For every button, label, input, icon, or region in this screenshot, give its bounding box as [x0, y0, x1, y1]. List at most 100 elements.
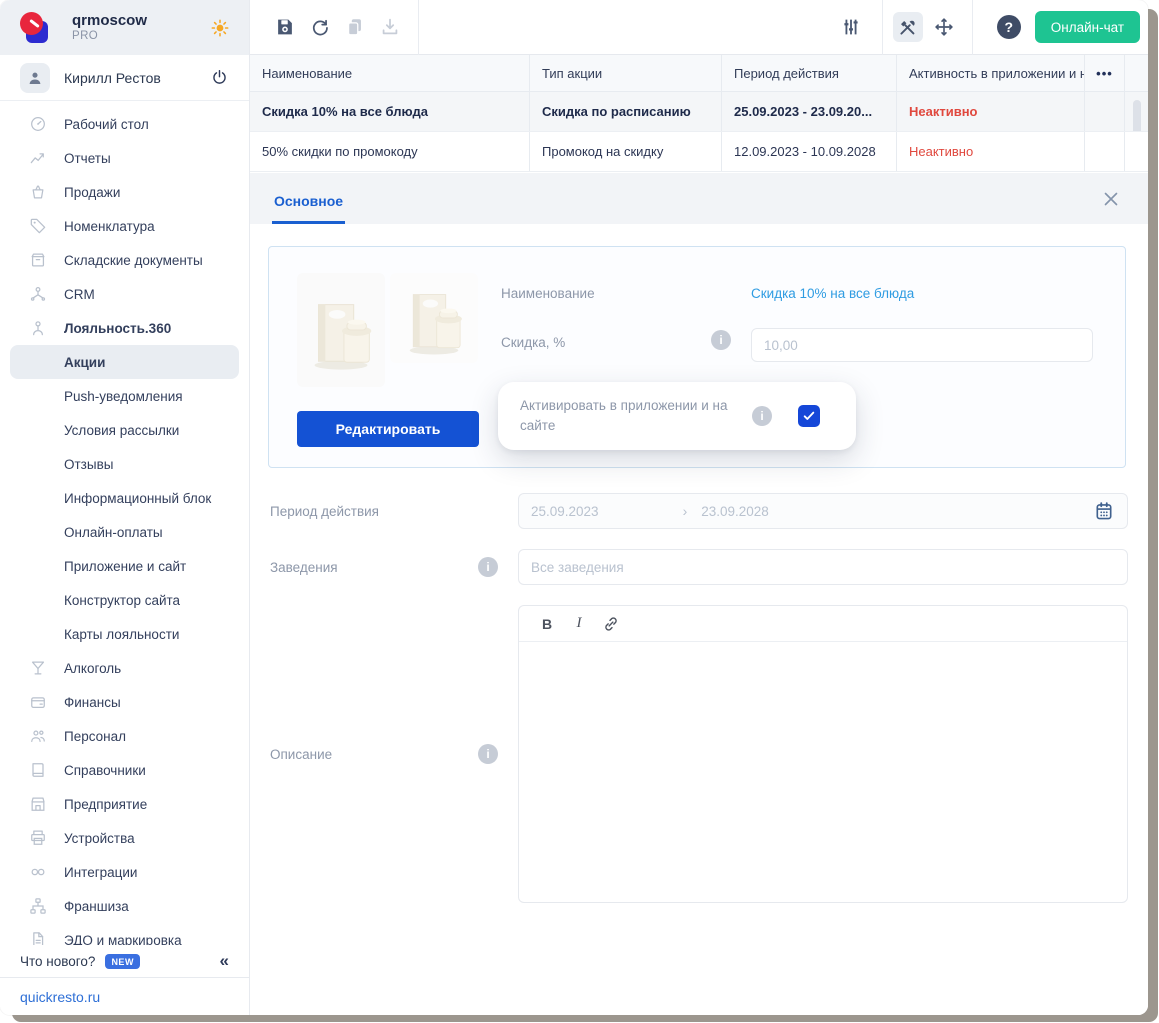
- promotions-table: Наименование Тип акции Период действия А…: [250, 55, 1148, 173]
- column-header-type[interactable]: Тип акции: [530, 55, 722, 91]
- sidebar-subitem-label: Акции: [64, 355, 105, 370]
- sidebar-subitem-site-builder[interactable]: Конструктор сайта: [10, 583, 239, 617]
- user-row: Кирилл Рестов: [0, 55, 249, 101]
- activate-label: Активировать в приложении и на сайте: [520, 396, 740, 435]
- tab-main[interactable]: Основное: [272, 193, 345, 224]
- bold-icon[interactable]: B: [533, 611, 561, 637]
- promo-image: [297, 273, 385, 387]
- calendar-icon[interactable]: [1093, 500, 1115, 522]
- sidebar-subitem-online-payments[interactable]: Онлайн-оплаты: [10, 515, 239, 549]
- description-label: Описание: [270, 747, 332, 762]
- editor-content[interactable]: [519, 642, 1127, 902]
- sidebar-item-label: Интеграции: [64, 865, 137, 880]
- sidebar-item-label: Складские документы: [64, 253, 203, 268]
- online-chat-button[interactable]: Онлайн-чат: [1035, 11, 1140, 43]
- sidebar-item-label: Рабочий стол: [64, 117, 149, 132]
- sidebar-item-directories[interactable]: Справочники: [0, 753, 249, 787]
- brand-name: qrmoscow: [72, 12, 209, 29]
- info-icon[interactable]: i: [478, 744, 498, 764]
- chevron-right-icon: ›: [683, 503, 688, 519]
- copy-icon[interactable]: [344, 16, 366, 38]
- sidebar-item-nomenclature[interactable]: Номенклатура: [0, 209, 249, 243]
- sidebar-subitem-label: Онлайн-оплаты: [64, 525, 163, 540]
- venues-label: Заведения: [270, 560, 338, 575]
- quickresto-logo: [20, 12, 50, 44]
- discount-input[interactable]: [751, 328, 1093, 362]
- activate-checkbox[interactable]: [798, 405, 820, 427]
- sidebar-item-label: Продажи: [64, 185, 120, 200]
- whats-new-row: Что нового? NEW «: [0, 945, 249, 977]
- filters-icon[interactable]: [840, 16, 862, 38]
- refresh-icon[interactable]: [309, 16, 331, 38]
- sidebar-subitem-reviews[interactable]: Отзывы: [10, 447, 239, 481]
- column-settings-ellipsis-icon[interactable]: •••: [1096, 66, 1113, 81]
- sidebar-item-label: ЭДО и маркировка: [64, 933, 182, 946]
- info-icon[interactable]: i: [752, 406, 772, 426]
- sidebar-subitem-label: Конструктор сайта: [64, 593, 180, 608]
- period-input[interactable]: 25.09.2023 › 23.09.2028: [518, 493, 1128, 529]
- sidebar-item-franchise[interactable]: Франшиза: [0, 889, 249, 923]
- column-header-activity[interactable]: Активность в приложении и н...: [897, 55, 1085, 91]
- sidebar-subitem-mailing-terms[interactable]: Условия рассылки: [10, 413, 239, 447]
- help-icon[interactable]: ?: [997, 15, 1021, 39]
- sidebar-item-edo[interactable]: ЭДО и маркировка: [0, 923, 249, 945]
- table-row[interactable]: Скидка 10% на все блюда Скидка по распис…: [250, 92, 1148, 132]
- column-header-period[interactable]: Период действия: [722, 55, 897, 91]
- sidebar-subitem-promotions[interactable]: Акции: [10, 345, 239, 379]
- sidebar-subitem-info-block[interactable]: Информационный блок: [10, 481, 239, 515]
- promo-image: [390, 273, 478, 363]
- description-editor: B I: [518, 605, 1128, 903]
- sidebar-subitem-label: Информационный блок: [64, 491, 211, 506]
- sidebar-item-dashboard[interactable]: Рабочий стол: [0, 107, 249, 141]
- sidebar-item-alcohol[interactable]: Алкоголь: [0, 651, 249, 685]
- tools-icon: [897, 17, 918, 38]
- save-icon[interactable]: [274, 16, 296, 38]
- whats-new-link[interactable]: Что нового?: [20, 954, 95, 969]
- sidebar-item-sales[interactable]: Продажи: [0, 175, 249, 209]
- sidebar-subitem-label: Карты лояльности: [64, 627, 179, 642]
- sidebar-item-loyalty360[interactable]: Лояльность.360: [0, 311, 249, 345]
- table-row[interactable]: 50% скидки по промокоду Промокод на скид…: [250, 132, 1148, 172]
- quickresto-link[interactable]: quickresto.ru: [20, 989, 100, 1005]
- sidebar-item-crm[interactable]: CRM: [0, 277, 249, 311]
- new-badge: NEW: [105, 954, 140, 969]
- close-icon[interactable]: [1100, 188, 1122, 210]
- detail-tabbar: Основное: [250, 173, 1148, 224]
- promo-name-link[interactable]: Скидка 10% на все блюда: [751, 286, 914, 301]
- detail-panel: Редактировать Наименование Скидка 10% на…: [250, 224, 1148, 1015]
- activate-popover: Активировать в приложении и на сайте i: [498, 382, 856, 450]
- sidebar-item-enterprise[interactable]: Предприятие: [0, 787, 249, 821]
- link-icon[interactable]: [597, 611, 625, 637]
- info-icon[interactable]: i: [711, 330, 731, 350]
- sidebar-subitem-app-and-site[interactable]: Приложение и сайт: [10, 549, 239, 583]
- download-icon[interactable]: [379, 16, 401, 38]
- cell-name: Скидка 10% на все блюда: [250, 92, 530, 131]
- info-icon[interactable]: i: [478, 557, 498, 577]
- tools-button[interactable]: [893, 12, 923, 42]
- editor-toolbar: B I: [519, 606, 1127, 642]
- edit-button[interactable]: Редактировать: [297, 411, 479, 447]
- venues-input[interactable]: [518, 549, 1128, 585]
- user-name: Кирилл Рестов: [64, 70, 210, 86]
- sidebar-item-label: Персонал: [64, 729, 126, 744]
- collapse-sidebar-icon[interactable]: «: [220, 951, 229, 971]
- sidebar-item-reports[interactable]: Отчеты: [0, 141, 249, 175]
- sidebar-subitem-push[interactable]: Push-уведомления: [10, 379, 239, 413]
- power-icon[interactable]: [210, 68, 229, 87]
- sidebar-item-warehouse-docs[interactable]: Складские документы: [0, 243, 249, 277]
- table-scrollbar[interactable]: [1133, 100, 1141, 131]
- sidebar-item-label: CRM: [64, 287, 95, 302]
- sun-icon[interactable]: [209, 17, 231, 39]
- brand-plan: PRO: [72, 30, 209, 43]
- italic-icon[interactable]: I: [565, 611, 593, 637]
- sidebar-subitem-loyalty-cards[interactable]: Карты лояльности: [10, 617, 239, 651]
- column-header-name[interactable]: Наименование: [250, 55, 530, 91]
- move-icon[interactable]: [933, 16, 955, 38]
- cell-period: 25.09.2023 - 23.09.20...: [722, 92, 897, 131]
- cell-period: 12.09.2023 - 10.09.2028: [722, 132, 897, 171]
- sidebar: qrmoscow PRO Кирилл Рестов Рабочий стол …: [0, 0, 250, 1015]
- sidebar-item-finance[interactable]: Финансы: [0, 685, 249, 719]
- sidebar-item-integrations[interactable]: Интеграции: [0, 855, 249, 889]
- sidebar-item-staff[interactable]: Персонал: [0, 719, 249, 753]
- sidebar-item-devices[interactable]: Устройства: [0, 821, 249, 855]
